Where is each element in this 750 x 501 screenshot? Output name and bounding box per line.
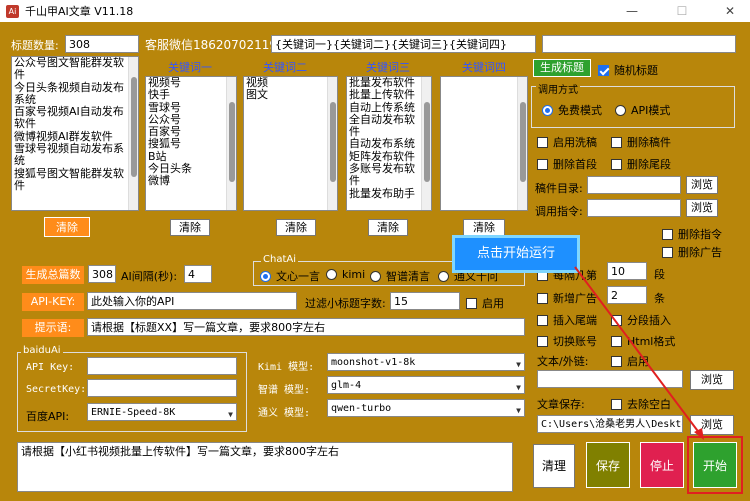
maximize-button[interactable]: ☐ — [664, 0, 700, 22]
app-window: Ai 千山甲AI文章 V11.18 — ☐ ✕ 标题数量: 308 客服微信18… — [0, 0, 750, 501]
close-button[interactable]: ✕ — [712, 0, 748, 22]
callout-arrow-icon — [574, 266, 704, 440]
minimize-button[interactable]: — — [614, 0, 650, 22]
app-logo-icon: Ai — [6, 4, 19, 18]
window-title: 千山甲AI文章 V11.18 — [25, 5, 134, 18]
title-bar: Ai 千山甲AI文章 V11.18 — ☐ ✕ — [0, 0, 750, 22]
main-panel: 标题数量: 308 客服微信18620702119 {关键词一}{关键词二}{关… — [0, 22, 750, 501]
